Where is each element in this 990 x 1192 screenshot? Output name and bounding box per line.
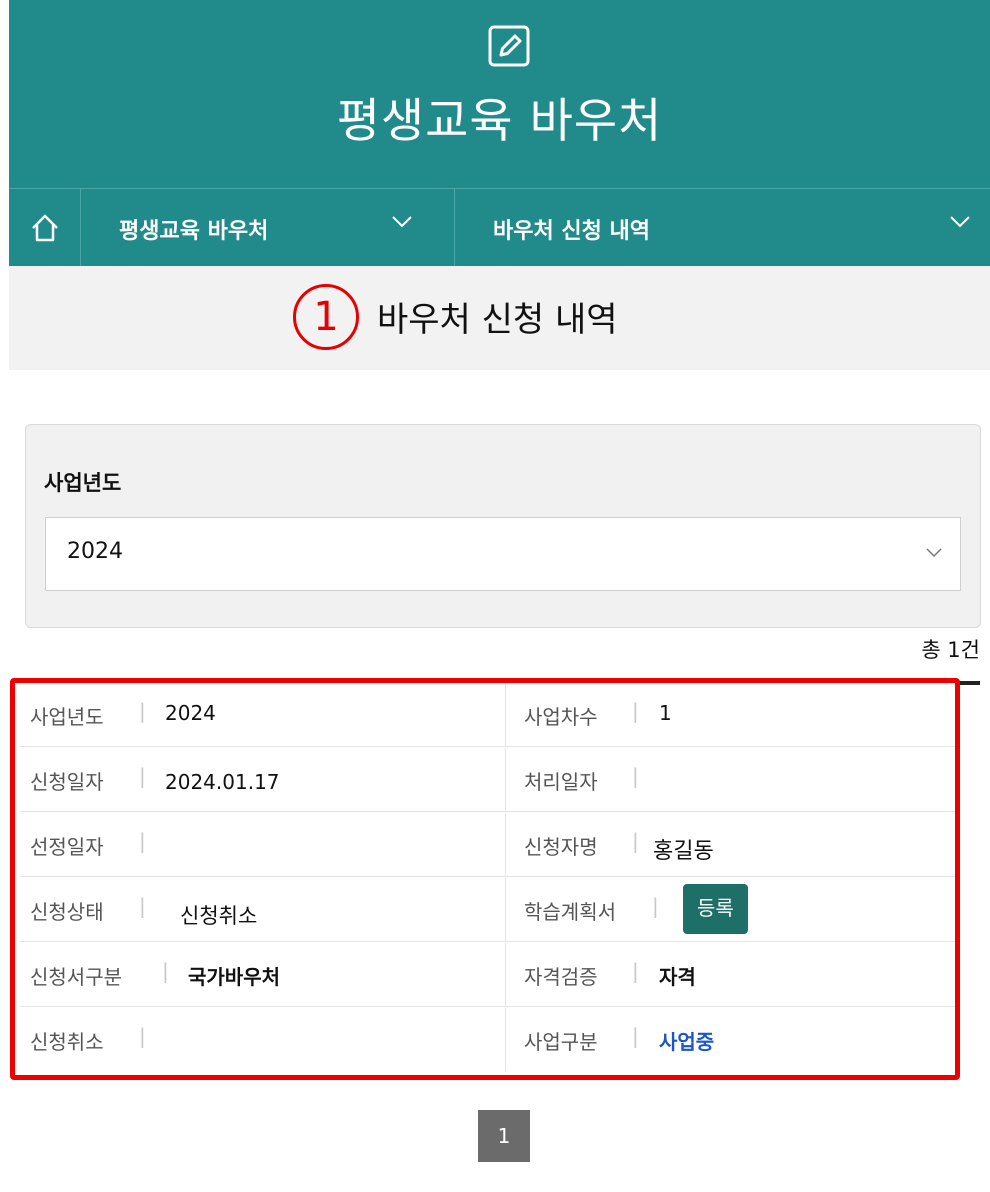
cell-type: 신청서구분 | 국가바우처 <box>20 943 506 1007</box>
cell-process-date: 처리일자 | <box>506 748 955 812</box>
separator: | <box>139 894 146 918</box>
field-value: 국가바우처 <box>188 965 280 989</box>
year-select-value: 2024 <box>67 539 123 564</box>
cell-qualification: 자격검증 | 자격 <box>506 943 955 1007</box>
field-value: 2024.01.17 <box>165 770 280 794</box>
table-row: 신청상태 | 신청취소 학습계획서 | 등록 <box>20 878 955 942</box>
separator: | <box>652 894 659 918</box>
breadcrumb-nav: 평생교육 바우처 바우처 신청 내역 <box>9 188 990 266</box>
table-row: 신청서구분 | 국가바우처 자격검증 | 자격 <box>20 943 955 1007</box>
chevron-down-icon <box>926 548 942 558</box>
cell-apply-date: 신청일자 | 2024.01.17 <box>20 748 506 812</box>
app-title: 평생교육 바우처 <box>336 94 663 149</box>
table-row: 선정일자 | 신청자명 | 홍길동 <box>20 813 955 877</box>
field-label: 처리일자 <box>524 770 598 794</box>
cell-year: 사업년도 | 2024 <box>20 683 506 747</box>
cell-applicant: 신청자명 | 홍길동 <box>506 813 955 877</box>
menu-dropdown-1[interactable]: 평생교육 바우처 <box>81 189 455 266</box>
separator: | <box>632 829 639 853</box>
field-value: 1 <box>659 701 672 725</box>
page-1-button[interactable]: 1 <box>478 1110 530 1162</box>
field-value: 자격 <box>659 965 696 989</box>
status-value: 신청취소 <box>180 904 258 928</box>
field-label: 자격검증 <box>524 965 598 989</box>
chevron-down-icon <box>392 216 412 228</box>
field-label: 사업구분 <box>524 1030 598 1054</box>
filter-panel: 사업년도 2024 <box>25 424 981 628</box>
record-card: 사업년도 | 2024 사업차수 | 1 신청일자 | 2024.01.17 처… <box>10 678 960 1080</box>
menu-dropdown-2[interactable]: 바우처 신청 내역 <box>455 189 990 266</box>
field-label: 학습계획서 <box>524 900 616 924</box>
chevron-down-icon <box>950 216 970 228</box>
separator: | <box>162 959 169 983</box>
register-plan-button[interactable]: 등록 <box>683 884 748 934</box>
field-value: 홍길동 <box>653 839 714 864</box>
field-value[interactable]: 사업중 <box>659 1026 714 1055</box>
menu-dropdown-2-label: 바우처 신청 내역 <box>493 219 650 244</box>
field-label: 선정일자 <box>30 835 104 859</box>
menu-dropdown-1-label: 평생교육 바우처 <box>119 219 269 244</box>
separator: | <box>632 764 639 788</box>
field-label: 사업차수 <box>524 705 598 729</box>
table-row: 사업년도 | 2024 사업차수 | 1 <box>20 683 955 747</box>
app-header: 평생교육 바우처 <box>9 0 990 188</box>
total-count: 총 1건 <box>921 638 980 662</box>
cell-round: 사업차수 | 1 <box>506 683 955 747</box>
field-label: 신청일자 <box>30 770 104 794</box>
separator: | <box>139 1024 146 1048</box>
cell-study-plan: 학습계획서 | 등록 <box>506 878 955 942</box>
separator: | <box>139 699 146 723</box>
separator: | <box>139 829 146 853</box>
separator: | <box>632 699 639 723</box>
edit-icon <box>488 25 530 67</box>
table-row: 신청취소 | 사업구분 | 사업중 <box>20 1008 955 1072</box>
year-select[interactable]: 2024 <box>45 517 961 591</box>
field-label: 신청상태 <box>30 900 104 924</box>
separator: | <box>139 764 146 788</box>
field-label: 사업년도 <box>30 705 104 729</box>
cell-status: 신청상태 | 신청취소 <box>20 878 506 942</box>
field-value: 2024 <box>165 701 216 725</box>
page-title-bar: 1 바우처 신청 내역 <box>9 266 990 370</box>
home-button[interactable] <box>9 189 81 266</box>
table-row: 신청일자 | 2024.01.17 처리일자 | <box>20 748 955 812</box>
page-title: 바우처 신청 내역 <box>377 300 618 340</box>
separator: | <box>632 1024 639 1048</box>
step-number-badge: 1 <box>293 284 359 350</box>
separator: | <box>632 959 639 983</box>
cell-select-date: 선정일자 | <box>20 813 506 877</box>
field-label: 신청서구분 <box>30 965 122 989</box>
year-filter-label: 사업년도 <box>44 471 122 495</box>
home-icon <box>31 214 58 241</box>
field-label: 신청취소 <box>30 1030 104 1054</box>
field-label: 신청자명 <box>524 835 598 859</box>
cell-business-type: 사업구분 | 사업중 <box>506 1008 955 1072</box>
cell-cancel: 신청취소 | <box>20 1008 506 1072</box>
